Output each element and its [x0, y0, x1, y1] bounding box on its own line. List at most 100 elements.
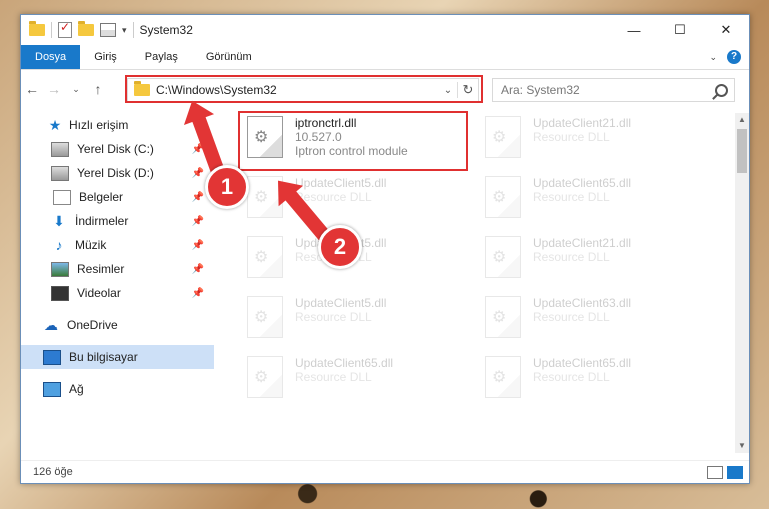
dll-file-icon	[485, 176, 521, 218]
scroll-down-icon[interactable]: ▼	[735, 439, 749, 453]
recent-locations-icon[interactable]: ⌄	[65, 84, 87, 95]
title-bar: ▾ System32 — ☐ ✕	[21, 15, 749, 45]
sidebar-item-label: Videolar	[77, 286, 121, 300]
file-item[interactable]: UpdateClient5.dll Resource DLL	[241, 292, 471, 344]
ribbon-tabs: Dosya Giriş Paylaş Görünüm ⌄ ?	[21, 45, 749, 70]
pin-icon[interactable]: 📌	[192, 168, 204, 179]
tab-view[interactable]: Görünüm	[192, 45, 266, 69]
file-item[interactable]: UpdateClient21.dll Resource DLL	[479, 232, 709, 284]
sidebar-item-this-pc[interactable]: Bu bilgisayar	[21, 345, 214, 369]
file-type: Resource DLL	[533, 190, 610, 204]
large-icons-view-icon[interactable]	[727, 465, 743, 479]
sidebar-item-pictures[interactable]: Resimler 📌	[21, 257, 214, 281]
tab-share[interactable]: Paylaş	[131, 45, 192, 69]
sidebar-item-local-disk-d[interactable]: Yerel Disk (D:) 📌	[21, 161, 214, 185]
search-icon	[715, 83, 728, 97]
pin-icon[interactable]: 📌	[192, 240, 204, 251]
sidebar-item-label: Yerel Disk (C:)	[77, 142, 154, 156]
back-arrow-icon[interactable]: ←	[21, 81, 43, 97]
new-folder-icon[interactable]	[78, 21, 94, 36]
file-name: UpdateClient21.dll	[533, 236, 632, 250]
address-bar-highlight	[125, 75, 483, 103]
file-type: Resource DLL	[533, 250, 610, 264]
minimize-button[interactable]: —	[611, 15, 657, 45]
scroll-up-icon[interactable]: ▲	[735, 113, 749, 127]
details-view-icon[interactable]	[707, 465, 723, 479]
vertical-scrollbar[interactable]: ▲ ▼	[735, 113, 749, 453]
file-item[interactable]: UpdateClient21.dll Resource DLL	[479, 112, 709, 164]
dll-file-icon	[485, 356, 521, 398]
forward-arrow-icon[interactable]: →	[43, 81, 65, 97]
cloud-icon: ☁	[44, 316, 58, 333]
help-icon[interactable]: ?	[727, 50, 741, 64]
pin-icon[interactable]: 📌	[192, 264, 204, 275]
file-item[interactable]: UpdateClient65.dll Resource DLL	[479, 352, 709, 404]
file-name: UpdateClient5.dll	[295, 296, 387, 310]
sidebar-item-downloads[interactable]: ⬇ İndirmeler 📌	[21, 209, 214, 233]
video-icon	[51, 285, 69, 301]
file-item[interactable]: UpdateClient65.dll Resource DLL	[479, 172, 709, 224]
file-item[interactable]: UpdateClient65.dll Resource DLL	[241, 352, 471, 404]
dll-file-icon	[485, 116, 521, 158]
search-input[interactable]: Ara: System32	[501, 83, 580, 97]
sidebar-item-label: İndirmeler	[75, 214, 129, 228]
tab-home[interactable]: Giriş	[80, 45, 131, 69]
sidebar-item-local-disk-c[interactable]: Yerel Disk (C:) 📌	[21, 137, 214, 161]
file-type: Resource DLL	[533, 370, 610, 384]
expand-ribbon-icon[interactable]: ⌄	[709, 52, 717, 63]
music-note-icon: ♪	[55, 237, 63, 253]
status-bar: 126 öğe	[21, 460, 749, 483]
document-icon	[53, 189, 71, 205]
customize-toolbar-icon[interactable]: ▾	[122, 25, 127, 36]
window-controls: — ☐ ✕	[611, 15, 749, 45]
dll-file-icon	[485, 296, 521, 338]
window-title: System32	[139, 23, 193, 37]
navigation-pane: ★ Hızlı erişim Yerel Disk (C:) 📌 Yerel D…	[21, 113, 214, 453]
sidebar-item-documents[interactable]: Belgeler 📌	[21, 185, 214, 209]
sidebar-item-network[interactable]: Ağ	[21, 377, 214, 401]
scroll-thumb[interactable]	[737, 129, 747, 173]
view-options-icon[interactable]	[100, 23, 116, 37]
file-name: UpdateClient65.dll	[533, 176, 632, 190]
sidebar-item-label: Belgeler	[79, 190, 124, 204]
star-icon: ★	[48, 116, 62, 133]
file-name: UpdateClient63.dll	[533, 296, 632, 310]
sidebar-item-onedrive[interactable]: ☁ OneDrive	[21, 313, 214, 337]
sidebar-item-label: Ağ	[69, 382, 84, 396]
pin-icon[interactable]: 📌	[192, 192, 204, 203]
file-name: UpdateClient21.dll	[533, 116, 632, 130]
quick-access-toolbar: ▾	[21, 20, 134, 38]
sidebar-item-label: Resimler	[77, 262, 125, 276]
drive-icon	[51, 141, 69, 157]
drive-icon	[51, 165, 69, 181]
sidebar-item-label: Müzik	[75, 238, 107, 252]
network-icon	[43, 381, 61, 397]
step-badge-2: 2	[318, 225, 362, 269]
sidebar-item-label: Hızlı erişim	[69, 118, 129, 132]
picture-icon	[51, 261, 69, 277]
download-arrow-icon: ⬇	[53, 212, 65, 229]
pin-icon[interactable]: 📌	[192, 288, 204, 299]
sidebar-item-music[interactable]: ♪ Müzik 📌	[21, 233, 214, 257]
computer-icon	[43, 349, 61, 365]
file-highlight	[238, 111, 468, 171]
file-type: Resource DLL	[295, 310, 372, 324]
maximize-button[interactable]: ☐	[657, 15, 703, 45]
sidebar-item-videos[interactable]: Videolar 📌	[21, 281, 214, 305]
pin-icon[interactable]: 📌	[192, 216, 204, 227]
dll-file-icon	[247, 236, 283, 278]
sidebar-item-label: Bu bilgisayar	[69, 350, 138, 364]
dll-file-icon	[485, 236, 521, 278]
file-item[interactable]: UpdateClient63.dll Resource DLL	[479, 292, 709, 344]
file-type: Resource DLL	[295, 370, 372, 384]
properties-check-icon[interactable]	[58, 20, 72, 38]
tab-file[interactable]: Dosya	[21, 45, 81, 69]
dll-file-icon	[247, 356, 283, 398]
file-type: Resource DLL	[533, 310, 610, 324]
folder-icon	[29, 21, 45, 36]
file-type: Resource DLL	[533, 130, 610, 144]
close-button[interactable]: ✕	[703, 15, 749, 45]
file-type: Resource DLL	[295, 190, 372, 204]
search-box[interactable]: Ara: System32	[492, 78, 735, 102]
up-arrow-icon[interactable]: ↑	[87, 81, 109, 97]
